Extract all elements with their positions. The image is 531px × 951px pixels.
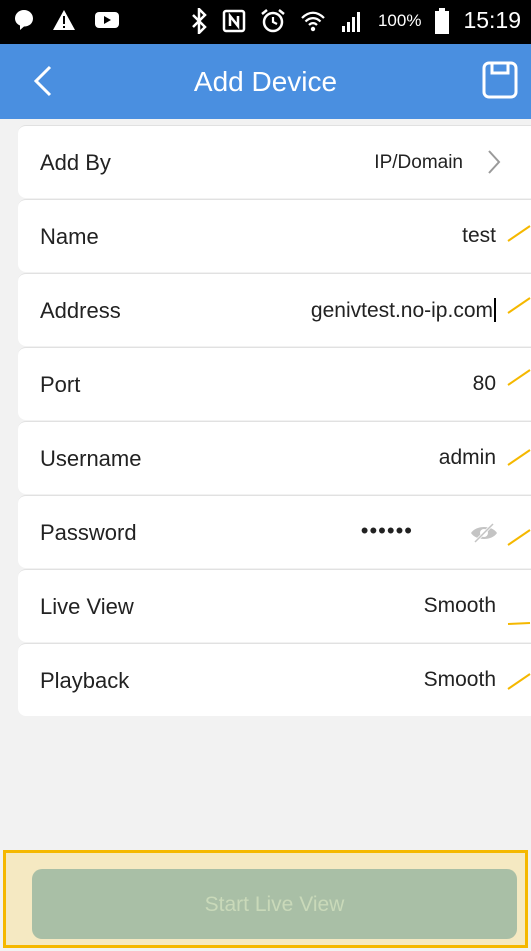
- password-label: Password: [40, 520, 137, 545]
- port-label: Port: [40, 372, 81, 397]
- port-field[interactable]: 80: [473, 372, 496, 396]
- add-by-row[interactable]: Add By IP/Domain: [18, 125, 531, 198]
- clock: 15:19: [463, 7, 521, 33]
- status-bar: 100% 15:19: [0, 0, 531, 44]
- status-right-icons: 100% 15:19: [190, 7, 521, 34]
- warning-icon: [53, 10, 75, 30]
- battery-percent: 100%: [377, 10, 422, 30]
- playback-row[interactable]: Playback Smooth: [18, 643, 531, 716]
- username-row[interactable]: Username admin: [18, 421, 531, 494]
- name-row[interactable]: Name test: [18, 199, 531, 272]
- eye-off-icon[interactable]: [469, 522, 499, 544]
- annotation-line: [507, 449, 531, 466]
- name-label: Name: [40, 224, 99, 249]
- youtube-icon: [95, 12, 119, 28]
- annotation-line: [507, 369, 531, 386]
- address-row[interactable]: Address genivtest.no-ip.com: [18, 273, 531, 346]
- address-field[interactable]: genivtest.no-ip.com: [311, 298, 496, 323]
- save-button[interactable]: [481, 60, 519, 100]
- add-by-value: IP/Domain: [374, 152, 463, 173]
- chevron-right-icon: [488, 150, 501, 174]
- device-form: Add By IP/Domain Name test Address geniv…: [18, 125, 531, 716]
- page-title: Add Device: [193, 66, 338, 97]
- battery-icon: [435, 7, 450, 34]
- playback-label: Playback: [40, 668, 130, 693]
- address-value: genivtest.no-ip.com: [310, 299, 493, 322]
- start-live-view-button[interactable]: Start Live View: [32, 869, 517, 939]
- nfc-icon: [222, 9, 246, 32]
- annotation-line: [507, 225, 531, 242]
- username-field[interactable]: admin: [439, 446, 496, 470]
- address-label: Address: [40, 298, 121, 323]
- password-row[interactable]: Password ••••••: [18, 495, 531, 568]
- signal-icon: [341, 11, 360, 32]
- annotation-line: [507, 622, 531, 625]
- port-row[interactable]: Port 80: [18, 347, 531, 420]
- app-header: Add Device: [0, 44, 531, 119]
- live-view-value[interactable]: Smooth: [424, 594, 496, 618]
- save-icon: [482, 61, 518, 99]
- name-field[interactable]: test: [462, 224, 496, 248]
- playback-value[interactable]: Smooth: [424, 668, 496, 692]
- live-view-label: Live View: [40, 594, 134, 619]
- status-left-icons: [14, 9, 120, 31]
- annotation-line: [507, 297, 531, 314]
- live-view-row[interactable]: Live View Smooth: [18, 569, 531, 642]
- alarm-icon: [261, 8, 285, 32]
- message-icon: [15, 10, 33, 30]
- wifi-icon: [301, 11, 325, 31]
- annotation-line: [507, 529, 531, 546]
- annotation-line: [507, 673, 531, 690]
- username-label: Username: [40, 446, 142, 471]
- bluetooth-icon: [192, 7, 207, 34]
- text-cursor: [494, 298, 496, 322]
- password-field[interactable]: ••••••: [361, 518, 413, 544]
- add-by-label: Add By: [40, 150, 111, 175]
